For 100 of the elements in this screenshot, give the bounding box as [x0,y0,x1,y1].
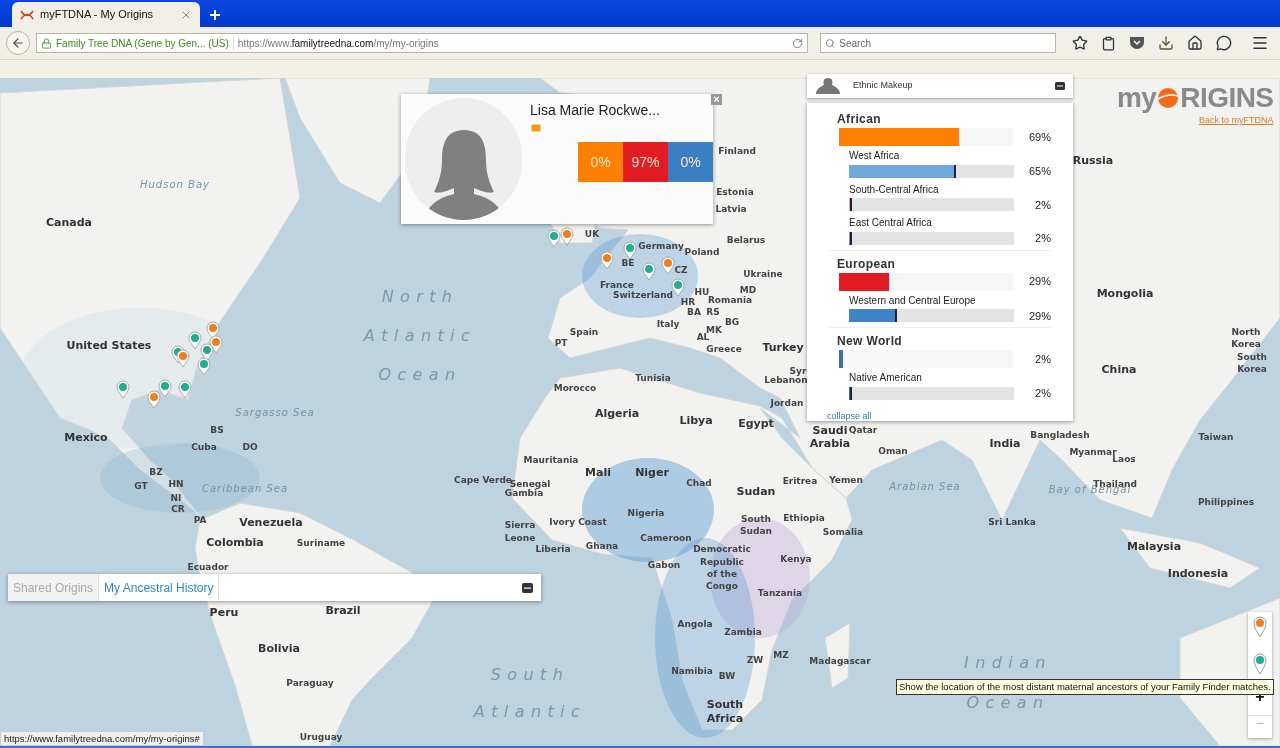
percent-value: 2% [1035,197,1051,213]
menu-icon[interactable] [1251,34,1269,52]
tab[interactable]: My Ancestral History [99,574,220,601]
group-name: New World [837,333,904,350]
status-url: https://www.familytreedna.com/my/my-origins# [0,731,204,746]
tooltip: Show the location of the most distant maternal ancestors of your Family Finder matches. [896,679,1274,695]
percent-value: 65% [1028,164,1051,179]
map-label: Uruguay [299,732,343,742]
region-name: East Central Africa [849,216,933,230]
back-arrow-icon [11,36,25,50]
pocket-icon[interactable] [1129,36,1145,50]
map-label: South [1237,352,1267,362]
map-label: China [1101,363,1137,375]
map-label: Korea [1237,364,1267,374]
ocean-label: South [490,667,570,683]
map-label: Spain [569,327,599,337]
search-input[interactable]: Search [839,35,1051,51]
map-label: of the [707,569,737,579]
map-label: MZ [773,650,789,660]
map-label: Cameroon [640,533,692,543]
map-label: UK [584,229,600,239]
tab[interactable]: Shared Origins [8,574,100,601]
map-label: Tanzania [757,588,803,598]
percent-value: 29% [1028,274,1051,290]
map-label: BE [621,258,635,268]
zoom-out-button[interactable]: − [1248,715,1272,730]
map-label: France [600,280,634,290]
map-label: Greece [706,344,742,354]
map-pin-icon[interactable] [671,278,685,297]
map-label: Jordan [770,398,804,408]
map-label: Mali [585,466,611,478]
browser-tab[interactable]: myFTDNA - My Origins [12,2,200,27]
back-button[interactable] [6,31,30,55]
map-label: Russia [1072,154,1114,166]
map-label: Republic [700,557,744,567]
new-tab-icon[interactable] [210,10,220,20]
map-label: BS [210,425,224,435]
map-label: India [989,437,1021,449]
group-name: African [837,111,882,128]
map-label: Eritrea [782,476,818,486]
map-label: Algeria [594,407,640,419]
map-label: Switzerland [613,290,673,300]
region-name: South-Central Africa [849,182,940,197]
map-label: Ukraine [743,269,783,279]
map-label: Mexico [64,431,108,443]
ocean-label: Caribbean Sea [201,484,289,494]
map-label: Taiwan [1198,432,1234,442]
map-label: Korea [1231,339,1261,349]
site-logo: my RIGINS [1117,84,1274,112]
ocean-label: Atlantic [473,704,587,720]
percent-value: 2% [1035,386,1051,401]
map-label: Bangladesh [1030,430,1090,440]
lock-icon [41,37,52,49]
map-label: Africa [706,712,744,724]
map-label: Democratic [693,544,751,554]
map-label: Madagascar [809,656,871,666]
region-name: West Africa [849,149,901,163]
home-icon[interactable] [1187,35,1203,51]
map-label: Sudan [736,485,776,497]
map-label: Laos [1112,454,1136,464]
address-field[interactable]: Family Tree DNA (Gene by Gen... (US) https://www.familytreedna.com/my/my-origins [36,33,808,53]
map-label: Turkey [762,341,804,353]
map-label: Germany [638,241,684,251]
download-icon[interactable] [1158,35,1174,51]
map-label: Venezuela [239,516,303,528]
ocean-label: Sargasso Sea [235,408,315,418]
collapse-all-link[interactable]: collapse all [827,409,1051,423]
map-label: Congo [706,581,738,591]
map-label: Malaysia [1126,540,1182,552]
reload-icon[interactable] [792,37,803,49]
map-label: Zambia [724,627,762,637]
map-label: Italy [656,319,680,329]
percent-value: 2% [1035,351,1051,367]
site-identity: Family Tree DNA (Gene by Gen... (US) [56,35,234,51]
map-label: Angola [677,619,713,629]
map-label: Yemen [829,475,863,485]
minimize-icon[interactable] [522,582,533,593]
search-icon [825,37,836,49]
map-label: CR [171,504,185,514]
tab-title: myFTDNA - My Origins [40,7,155,23]
map-label: BA [687,307,701,317]
url-text: https://www.familytreedna.com/my/my-origins [237,36,440,51]
close-button[interactable]: × [711,94,722,105]
map-label: North [1231,327,1261,337]
map-label: Libya [679,414,713,426]
ocean-label: Ocean [378,367,462,383]
map-label: Ethiopia [783,513,825,523]
bookmark-star-icon[interactable] [1072,35,1088,51]
map-label: CZ [674,265,688,275]
map-pin-icon[interactable] [623,241,637,260]
back-link[interactable]: Back to myFTDNA [1198,114,1274,128]
chat-icon[interactable] [1216,35,1232,51]
map-label: Leone [504,533,536,543]
map-label: NI [170,493,182,503]
map-label: AL [696,332,710,342]
map-label: Cuba [191,442,217,452]
search-field[interactable]: Search [820,33,1056,53]
ocean-label: Hudson Bay [140,180,210,190]
clipboard-icon[interactable] [1101,35,1116,51]
map-label: Gambia [504,488,544,498]
